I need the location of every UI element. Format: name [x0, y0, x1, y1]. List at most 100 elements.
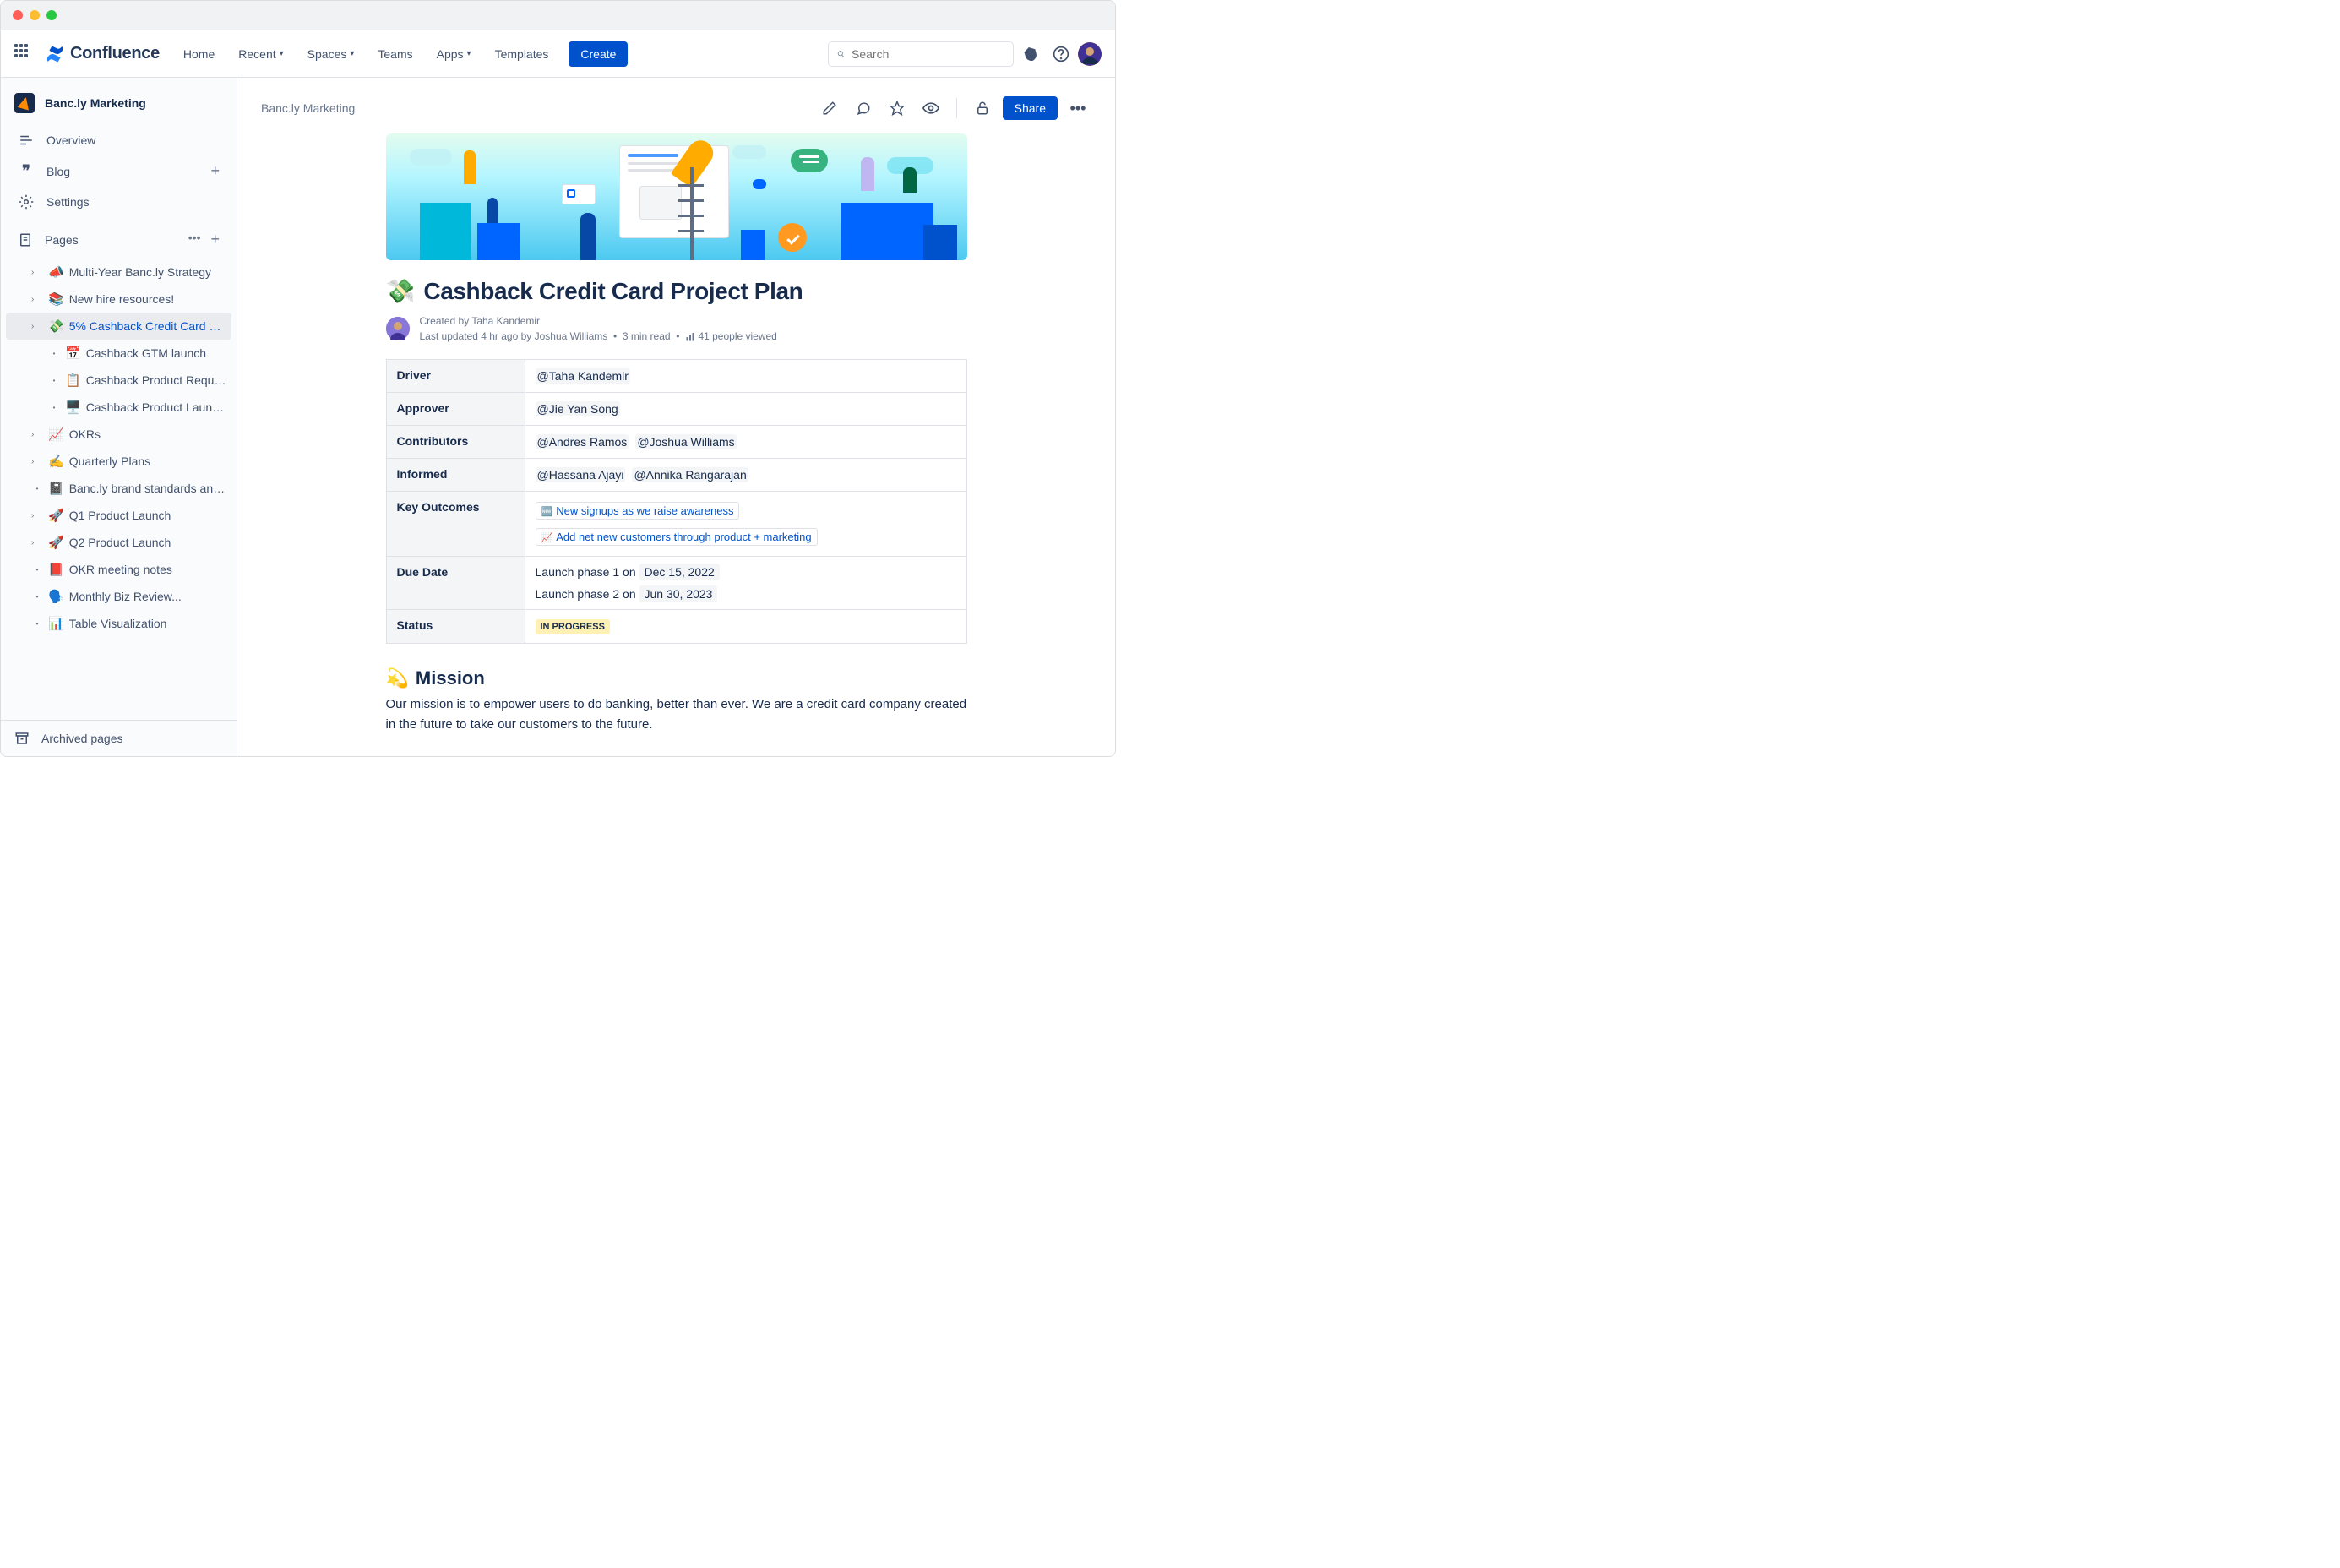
- restrictions-icon[interactable]: [969, 95, 996, 122]
- app-switcher-icon[interactable]: [14, 44, 35, 64]
- sidebar: Banc.ly Marketing Overview ❞ Blog + Sett…: [1, 78, 237, 756]
- more-icon[interactable]: •••: [188, 231, 201, 248]
- date-chip[interactable]: Jun 30, 2023: [639, 585, 718, 602]
- tree-item[interactable]: •📓Banc.ly brand standards and...: [6, 475, 231, 502]
- chevron-down-icon: ▾: [467, 49, 471, 58]
- main-content: Banc.ly Marketing Share •••: [237, 78, 1115, 756]
- confluence-brand[interactable]: Confluence: [45, 44, 160, 64]
- page-emoji-icon: 🗣️: [48, 589, 64, 604]
- bullet-icon: •: [31, 593, 43, 601]
- mention[interactable]: @Jie Yan Song: [536, 401, 620, 416]
- mission-body: Our mission is to empower users to do ba…: [386, 694, 967, 735]
- window-minimize-button[interactable]: [30, 10, 40, 20]
- tree-item[interactable]: •📋Cashback Product Requir...: [6, 367, 231, 394]
- archived-pages[interactable]: Archived pages: [1, 720, 237, 756]
- tree-item[interactable]: • 📊 Table Visualization: [6, 610, 231, 637]
- share-button[interactable]: Share: [1003, 96, 1058, 120]
- smart-link[interactable]: 🆕New signups as we raise awareness: [536, 502, 740, 520]
- tree-item[interactable]: •📕OKR meeting notes: [6, 556, 231, 583]
- mention[interactable]: @Hassana Ajayi: [536, 467, 626, 482]
- bullet-icon: •: [31, 566, 43, 574]
- tree-item[interactable]: • 🖥️ Cashback Product Launc...: [6, 394, 231, 421]
- macos-titlebar: [1, 1, 1115, 30]
- watch-icon[interactable]: [917, 95, 944, 122]
- mention[interactable]: @Taha Kandemir: [536, 368, 630, 384]
- tree-item[interactable]: ›📚New hire resources!: [6, 286, 231, 313]
- search-icon: [837, 47, 845, 61]
- tree-item[interactable]: ›💸5% Cashback Credit Card Pr...: [6, 313, 231, 340]
- breadcrumb[interactable]: Banc.ly Marketing: [261, 101, 809, 115]
- nav-home[interactable]: Home: [173, 41, 225, 68]
- chevron-right-icon: ›: [31, 430, 43, 439]
- chevron-down-icon: ▾: [350, 49, 354, 58]
- tree-item-label: 5% Cashback Credit Card Pr...: [69, 319, 226, 333]
- nav-teams[interactable]: Teams: [367, 41, 422, 68]
- chevron-right-icon: ›: [31, 295, 43, 304]
- tree-item[interactable]: •📅Cashback GTM launch: [6, 340, 231, 367]
- smart-link[interactable]: 📈Add net new customers through product +…: [536, 528, 818, 546]
- space-header[interactable]: Banc.ly Marketing: [1, 78, 237, 122]
- nav-recent[interactable]: Recent▾: [228, 41, 293, 68]
- chevron-right-icon: ›: [31, 457, 43, 466]
- user-avatar[interactable]: [1078, 42, 1102, 66]
- tree-item[interactable]: • 🗣️ Monthly Biz Review...: [6, 583, 231, 610]
- sidebar-overview[interactable]: Overview: [8, 125, 230, 155]
- tree-item-label: Cashback Product Requir...: [86, 373, 226, 387]
- tree-item-label: Multi-Year Banc.ly Strategy: [69, 265, 226, 279]
- bullet-icon: •: [31, 485, 43, 493]
- page-emoji-icon: 🚀: [48, 508, 64, 523]
- tree-item[interactable]: ›🚀Q1 Product Launch: [6, 502, 231, 529]
- help-icon[interactable]: [1048, 41, 1075, 68]
- chevron-right-icon: ›: [31, 538, 43, 547]
- mention[interactable]: @Annika Rangarajan: [632, 467, 748, 482]
- top-navbar: Confluence Home Recent▾ Spaces▾ Teams Ap…: [1, 30, 1115, 78]
- gear-icon: [18, 193, 35, 210]
- space-name: Banc.ly Marketing: [45, 96, 146, 110]
- tree-item[interactable]: ›🚀Q2 Product Launch: [6, 529, 231, 556]
- notifications-icon[interactable]: [1017, 41, 1044, 68]
- create-button[interactable]: Create: [569, 41, 628, 67]
- analytics-icon: [685, 332, 695, 342]
- sidebar-settings[interactable]: Settings: [8, 187, 230, 217]
- tree-item-label: OKRs: [69, 427, 226, 441]
- comment-icon[interactable]: [850, 95, 877, 122]
- page-emoji-icon: 📣: [48, 264, 64, 280]
- sidebar-pages-header[interactable]: Pages ••• +: [8, 224, 230, 255]
- page-title: Cashback Credit Card Project Plan: [423, 278, 803, 305]
- nav-apps[interactable]: Apps▾: [427, 41, 482, 68]
- page-emoji-icon: 📊: [48, 616, 64, 631]
- tree-item[interactable]: ›📈OKRs: [6, 421, 231, 448]
- edit-icon[interactable]: [816, 95, 843, 122]
- nav-spaces[interactable]: Spaces▾: [297, 41, 365, 68]
- brand-text: Confluence: [70, 44, 160, 63]
- window-close-button[interactable]: [13, 10, 23, 20]
- nav-templates[interactable]: Templates: [485, 41, 559, 68]
- add-page-icon[interactable]: +: [210, 231, 220, 248]
- mention[interactable]: @Andres Ramos: [536, 434, 629, 449]
- star-icon[interactable]: [884, 95, 911, 122]
- page-emoji-icon: 🖥️: [65, 400, 81, 415]
- tree-item-label: Cashback Product Launc...: [86, 400, 226, 414]
- mention[interactable]: @Joshua Williams: [635, 434, 736, 449]
- tree-item[interactable]: ›✍️Quarterly Plans: [6, 448, 231, 475]
- author-avatar[interactable]: [386, 317, 410, 340]
- tree-item-label: Table Visualization: [69, 617, 226, 630]
- bullet-icon: •: [31, 620, 43, 628]
- search-input[interactable]: [852, 47, 1004, 61]
- more-actions-icon[interactable]: •••: [1064, 95, 1091, 122]
- bullet-icon: •: [48, 377, 60, 384]
- search-box[interactable]: [828, 41, 1014, 67]
- window-maximize-button[interactable]: [46, 10, 57, 20]
- tree-item[interactable]: ›📣Multi-Year Banc.ly Strategy: [6, 259, 231, 286]
- blog-icon: ❞: [18, 163, 35, 180]
- sidebar-blog[interactable]: ❞ Blog +: [8, 155, 230, 187]
- confluence-logo-icon: [45, 44, 65, 64]
- add-icon[interactable]: +: [210, 162, 220, 180]
- chevron-right-icon: ›: [31, 511, 43, 520]
- date-chip[interactable]: Dec 15, 2022: [639, 564, 720, 580]
- space-icon: [14, 93, 35, 113]
- chevron-right-icon: ›: [31, 322, 43, 331]
- tree-item-label: Monthly Biz Review...: [69, 590, 226, 603]
- page-emoji-icon: 📅: [65, 346, 81, 361]
- bullet-icon: •: [48, 404, 60, 411]
